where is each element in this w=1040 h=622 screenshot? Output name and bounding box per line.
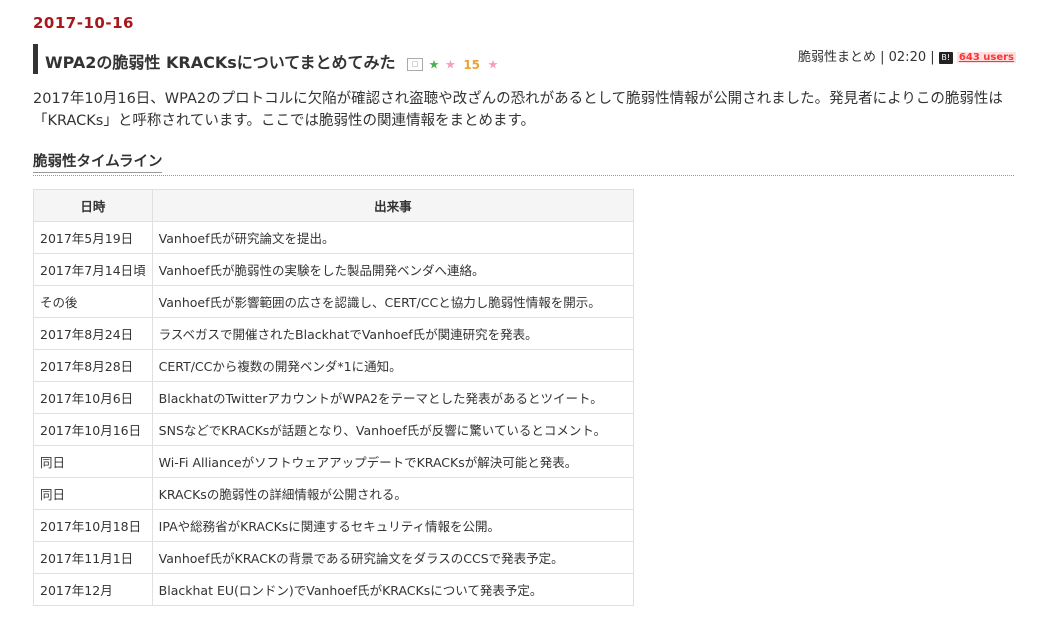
table-row: 同日 KRACKsの脆弱性の詳細情報が公開される。 xyxy=(33,477,635,510)
title-tools: □ ★ ★ 15 ★ xyxy=(407,54,498,73)
column-header-date: 日時 xyxy=(33,189,153,222)
row-event: ラスベガスで開催されたBlackhatでVanhoef氏が関連研究を発表。 xyxy=(151,317,635,350)
row-date: 同日 xyxy=(33,477,153,510)
row-date: 同日 xyxy=(33,445,153,478)
meta-separator: | xyxy=(880,50,889,65)
bookmark-users-count[interactable]: 643 users xyxy=(956,52,1016,63)
table-row: 2017年12月 Blackhat EU(ロンドン)でVanhoef氏がKRACK… xyxy=(33,573,635,606)
row-event: Vanhoef氏がKRACKの背景である研究論文をダラスのCCSで発表予定。 xyxy=(151,541,635,574)
row-event: Vanhoef氏が影響範囲の広さを認識し、CERT/CCと協力し脆弱性情報を開示… xyxy=(151,285,635,318)
entry-date[interactable]: 2017-10-16 xyxy=(33,14,134,32)
table-row: 2017年11月1日 Vanhoef氏がKRACKの背景である研究論文をダラスのC… xyxy=(33,541,635,574)
row-event: CERT/CCから複数の開発ベンダ*1に通知。 xyxy=(151,349,635,382)
entry-header: WPA2の脆弱性 KRACKsについてまとめてみた □ ★ ★ 15 ★ 脆弱性… xyxy=(33,44,1016,74)
title-accent-bar xyxy=(33,44,38,74)
row-date: 2017年12月 xyxy=(33,573,153,606)
row-event: Blackhat EU(ロンドン)でVanhoef氏がKRACKsについて発表予… xyxy=(151,573,635,606)
row-event: KRACKsの脆弱性の詳細情報が公開される。 xyxy=(151,477,635,510)
table-row: 2017年8月24日 ラスベガスで開催されたBlackhatでVanhoef氏が関… xyxy=(33,317,635,350)
edit-note-icon[interactable]: □ xyxy=(407,58,424,71)
entry-title[interactable]: WPA2の脆弱性 KRACKsについてまとめてみた xyxy=(45,53,395,72)
row-event: SNSなどでKRACKsが話題となり、Vanhoef氏が反響に驚いているとコメン… xyxy=(151,413,635,446)
category-link[interactable]: 脆弱性まとめ xyxy=(798,50,876,65)
entry-meta: 脆弱性まとめ | 02:20 | B! 643 users xyxy=(798,46,1016,65)
table-row: 2017年10月6日 BlackhatのTwitterアカウントがWPA2をテーマ… xyxy=(33,381,635,414)
star-count[interactable]: 15 xyxy=(463,58,480,72)
entry-title-wrap: WPA2の脆弱性 KRACKsについてまとめてみた □ ★ ★ 15 ★ xyxy=(45,49,498,73)
table-row: 2017年10月18日 IPAや総務省がKRACKsに関連するセキュリティ情報を公… xyxy=(33,509,635,542)
row-date: 2017年10月16日 xyxy=(33,413,153,446)
row-date: 2017年7月14日頃 xyxy=(33,253,153,286)
blog-entry: 2017-10-16 WPA2の脆弱性 KRACKsについてまとめてみた □ ★… xyxy=(0,0,1040,622)
entry-intro: 2017年10月16日、WPA2のプロトコルに欠陥が確認され盗聴や改ざんの恐れが… xyxy=(33,91,1003,129)
table-header-row: 日時 出来事 xyxy=(33,189,635,222)
row-date: 2017年5月19日 xyxy=(33,221,153,254)
table-row: 2017年5月19日 Vanhoef氏が研究論文を提出。 xyxy=(33,221,635,254)
row-date: 2017年10月18日 xyxy=(33,509,153,542)
column-header-event: 出来事 xyxy=(151,189,635,222)
table-row: 2017年10月16日 SNSなどでKRACKsが話題となり、Vanhoef氏が反… xyxy=(33,413,635,446)
row-date: 2017年11月1日 xyxy=(33,541,153,574)
row-date: 2017年8月28日 xyxy=(33,349,153,382)
meta-separator: | xyxy=(930,50,939,65)
star-pink-icon: ★ xyxy=(444,57,456,72)
section-title: 脆弱性タイムライン xyxy=(33,150,163,173)
table-row: 同日 Wi-Fi AllianceがソフトウェアアップデートでKRACKsが解決可… xyxy=(33,445,635,478)
entry-time-link[interactable]: 02:20 xyxy=(889,50,926,65)
row-event: BlackhatのTwitterアカウントがWPA2をテーマとした発表があるとツ… xyxy=(151,381,635,414)
star-green-icon: ★ xyxy=(428,57,440,72)
hatena-bookmark-icon[interactable]: B! xyxy=(938,51,953,64)
table-row: 2017年7月14日頃 Vanhoef氏が脆弱性の実験をした製品開発ベンダへ連絡。 xyxy=(33,253,635,286)
timeline-table: 日時 出来事 2017年5月19日 Vanhoef氏が研究論文を提出。 2017年… xyxy=(33,189,635,606)
section-heading: 脆弱性タイムライン xyxy=(33,150,1014,176)
row-date: 2017年8月24日 xyxy=(33,317,153,350)
row-date: 2017年10月6日 xyxy=(33,381,153,414)
row-event: Vanhoef氏が脆弱性の実験をした製品開発ベンダへ連絡。 xyxy=(151,253,635,286)
table-row: 2017年8月28日 CERT/CCから複数の開発ベンダ*1に通知。 xyxy=(33,349,635,382)
row-event: Vanhoef氏が研究論文を提出。 xyxy=(151,221,635,254)
add-star-icon[interactable]: ★ xyxy=(488,58,499,72)
row-event: Wi-Fi AllianceがソフトウェアアップデートでKRACKsが解決可能と… xyxy=(151,445,635,478)
table-row: その後 Vanhoef氏が影響範囲の広さを認識し、CERT/CCと協力し脆弱性情報… xyxy=(33,285,635,318)
row-event: IPAや総務省がKRACKsに関連するセキュリティ情報を公開。 xyxy=(151,509,635,542)
row-date: その後 xyxy=(33,285,153,318)
